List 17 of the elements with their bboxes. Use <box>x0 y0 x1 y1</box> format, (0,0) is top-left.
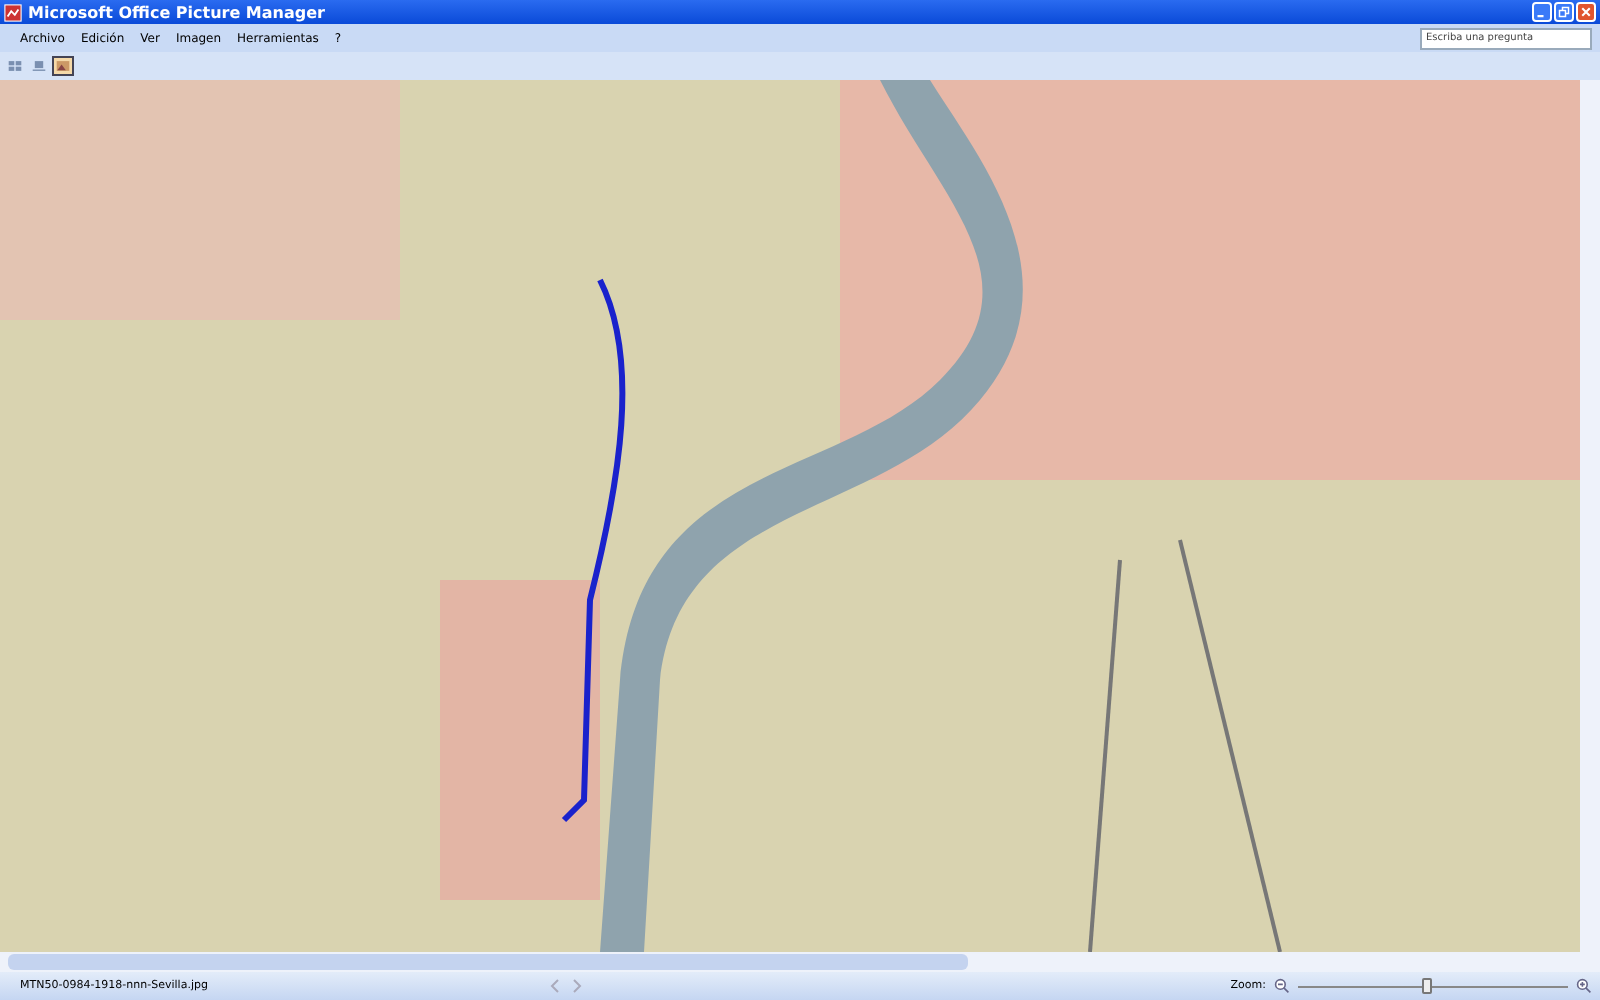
scrollbar-thumb[interactable] <box>8 954 968 970</box>
zoom-in-icon[interactable] <box>1576 978 1592 994</box>
horizontal-scrollbar[interactable] <box>0 952 1600 972</box>
minimize-button[interactable] <box>1532 2 1552 22</box>
zoom-slider-thumb[interactable] <box>1421 977 1432 993</box>
window-title: Microsoft Office Picture Manager <box>28 3 327 21</box>
view-button[interactable] <box>52 56 74 76</box>
vertical-scrollbar[interactable] <box>1580 80 1600 952</box>
close-icon <box>1580 6 1592 18</box>
picture-icon <box>56 60 70 72</box>
zoom-out-icon[interactable] <box>1274 978 1290 994</box>
filmstrip-icon <box>32 60 46 72</box>
app-icon <box>4 3 22 21</box>
close-button[interactable] <box>1576 2 1596 22</box>
restore-icon <box>1558 6 1570 18</box>
grid-icon <box>8 60 22 72</box>
restore-button[interactable] <box>1554 2 1574 22</box>
